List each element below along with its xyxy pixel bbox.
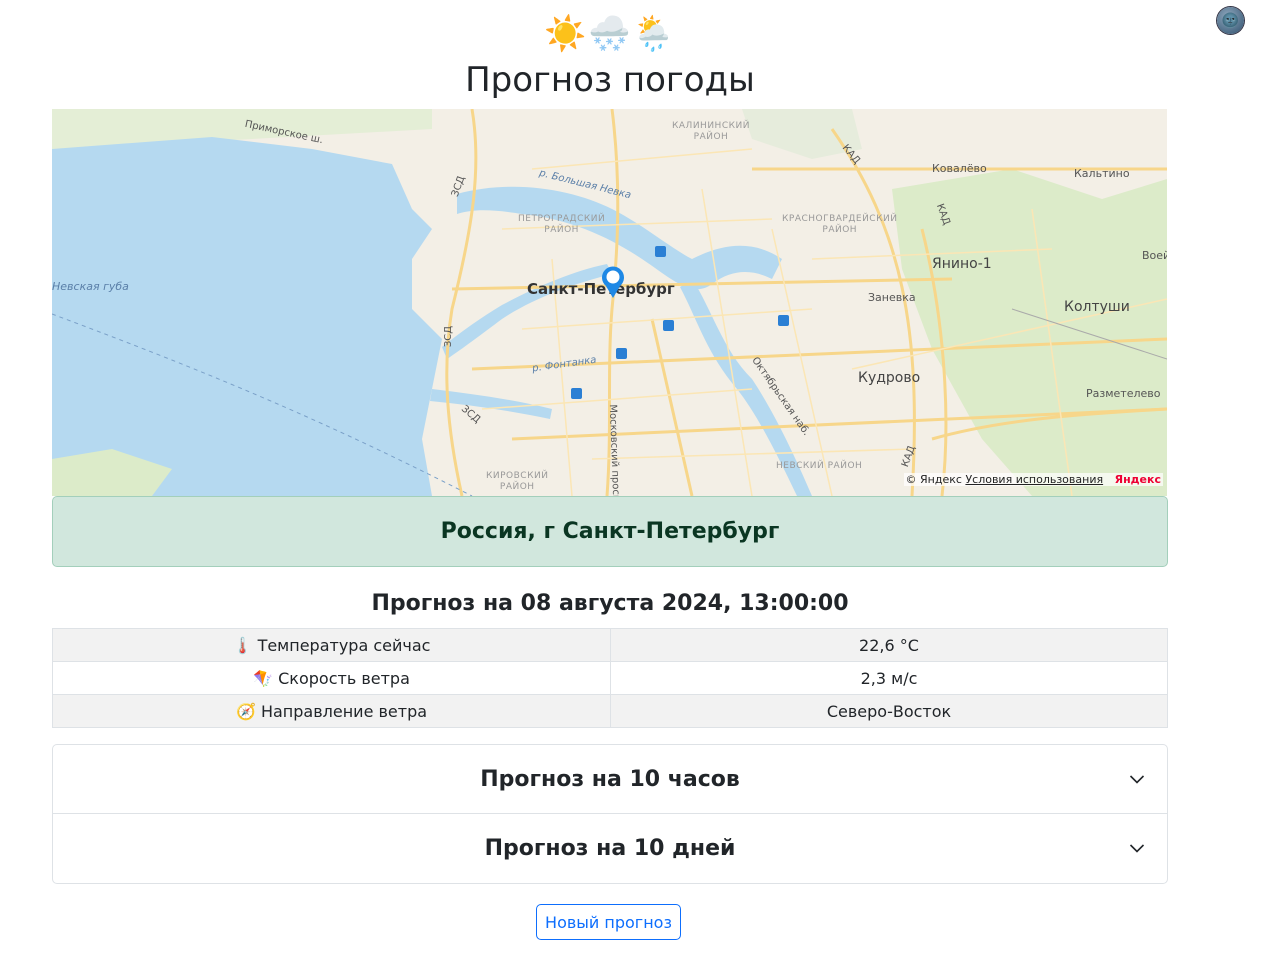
map-label-razmetelevo: Разметелево — [1086, 387, 1161, 400]
chevron-down-icon — [1129, 844, 1145, 853]
moon-icon: 🌚 — [1221, 12, 1240, 29]
map-label-kirovsky: КИРОВСКИЙ РАЙОН — [486, 471, 549, 492]
map-label-nevsky: НЕВСКИЙ РАЙОН — [776, 461, 863, 471]
theme-toggle-button[interactable]: 🌚 — [1217, 7, 1244, 34]
map-label-kalininsky: КАЛИНИНСКИЙ РАЙОН — [672, 121, 750, 142]
map-label-kaltino: Кальтино — [1074, 167, 1130, 180]
accordion-10-hours[interactable]: Прогноз на 10 часов — [53, 745, 1167, 813]
sun-icon: ☀️ — [544, 14, 589, 54]
map-label-zsd-2: ЗСД — [443, 325, 455, 348]
thermometer-icon: 🌡️ — [232, 635, 253, 655]
map-label-kovalevo: Ковалёво — [932, 162, 987, 175]
map-label-petrogradsky: ПЕТРОГРАДСКИЙ РАЙОН — [518, 214, 606, 235]
sun-rain-cloud-icon: 🌦️ — [632, 14, 677, 54]
table-cell-label: 🌡️ Температура сейчас — [52, 628, 611, 662]
map-label-krasnogvardeysky: КРАСНОГВАРДЕЙСКИЙ РАЙОН — [782, 214, 898, 235]
chevron-down-icon — [1129, 775, 1145, 784]
forecast-title: Прогноз на 08 августа 2024, 13:00:00 — [371, 591, 849, 616]
page-title: Прогноз погоды — [465, 60, 755, 100]
weather-icons: ☀️🌨️🌦️ — [0, 14, 1220, 54]
table-cell-label: 🧭 Направление ветра — [52, 694, 611, 728]
map-credit-prefix: © Яндекс — [905, 473, 962, 486]
map-credit: © Яндекс Условия использования Яндекс — [903, 473, 1163, 486]
map[interactable]: КАЛИНИНСКИЙ РАЙОН ПЕТРОГРАДСКИЙ РАЙОН КР… — [52, 109, 1167, 496]
location-alert: Россия, г Санкт-Петербург — [52, 496, 1168, 567]
wind-speed-value: 2,3 м/с — [610, 661, 1168, 695]
accordion-label: Прогноз на 10 дней — [484, 836, 736, 861]
kite-icon: 🪁 — [253, 668, 274, 688]
table-row: 🪁 Скорость ветра 2,3 м/с — [52, 661, 1168, 695]
accordion-label: Прогноз на 10 часов — [480, 766, 740, 792]
map-label-zanevka: Заневка — [868, 291, 916, 304]
wind-speed-label: Скорость ветра — [278, 668, 410, 688]
table-row: 🧭 Направление ветра Северо-Восток — [52, 694, 1168, 728]
compass-icon: 🧭 — [235, 701, 256, 721]
forecast-accordion: Прогноз на 10 часов Прогноз на 10 дней — [52, 744, 1168, 884]
accordion-10-days[interactable]: Прогноз на 10 дней — [53, 813, 1167, 883]
wind-direction-label: Направление ветра — [260, 701, 428, 721]
map-label-yanino: Янино-1 — [932, 256, 992, 272]
map-label-kudrovo: Кудрово — [858, 370, 921, 386]
map-label-nevskaya-guba: Невская губа — [52, 280, 129, 293]
temperature-label: Температура сейчас — [257, 635, 431, 655]
snow-cloud-icon: 🌨️ — [588, 14, 633, 54]
map-brand-logo: Яндекс — [1114, 473, 1161, 486]
current-weather-table: 🌡️ Температура сейчас 22,6 °C 🪁 Скорость… — [52, 628, 1168, 728]
wind-direction-value: Северо-Восток — [610, 694, 1168, 728]
map-pin-icon[interactable] — [600, 265, 626, 299]
map-label-koltushi: Колтуши — [1064, 299, 1130, 315]
table-cell-label: 🪁 Скорость ветра — [52, 661, 611, 695]
map-label-voe: Воей — [1142, 249, 1167, 262]
location-text: Россия, г Санкт-Петербург — [440, 519, 780, 544]
temperature-value: 22,6 °C — [610, 628, 1168, 662]
table-row: 🌡️ Температура сейчас 22,6 °C — [52, 628, 1168, 662]
map-terms-link[interactable]: Условия использования — [965, 473, 1103, 486]
new-forecast-button[interactable]: Новый прогноз — [536, 904, 681, 940]
